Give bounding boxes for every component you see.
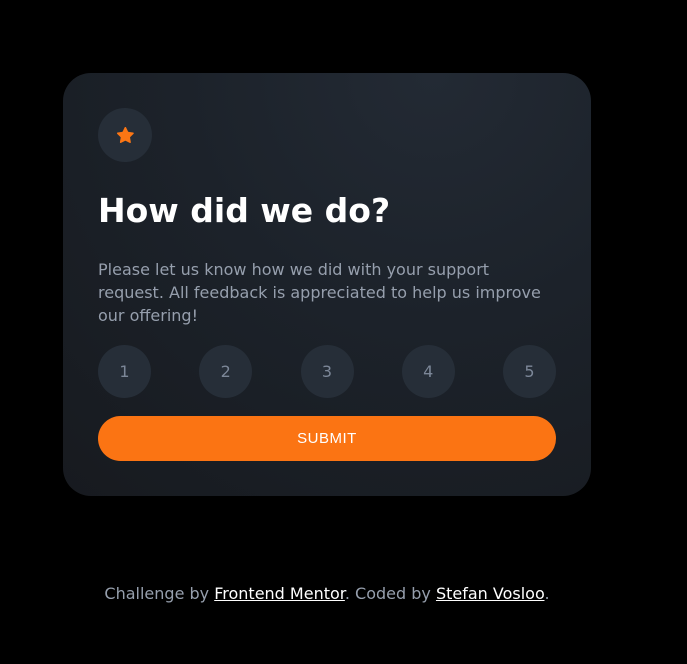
- attribution-suffix: .: [544, 584, 550, 603]
- rating-button-5[interactable]: 5: [503, 345, 556, 398]
- rating-card: How did we do? Please let us know how we…: [63, 73, 591, 496]
- card-title: How did we do?: [98, 191, 391, 230]
- rating-button-1[interactable]: 1: [98, 345, 151, 398]
- frontend-mentor-link[interactable]: Frontend Mentor: [214, 584, 345, 603]
- star-icon-badge: [98, 108, 152, 162]
- attribution-middle: . Coded by: [344, 584, 436, 603]
- rating-button-3[interactable]: 3: [300, 345, 354, 398]
- rating-button-4[interactable]: 4: [401, 345, 455, 398]
- star-icon: [116, 127, 134, 143]
- rating-button-2[interactable]: 2: [199, 345, 253, 398]
- card-description: Please let us know how we did with your …: [98, 260, 541, 325]
- attribution-prefix: Challenge by: [104, 584, 215, 603]
- attribution-footer: Challenge by Frontend Mentor. Coded by S…: [0, 583, 654, 605]
- author-link[interactable]: Stefan Vosloo: [436, 584, 545, 603]
- submit-button[interactable]: SUBMIT: [98, 416, 556, 461]
- rating-options: 1 2 3 4 5: [98, 345, 556, 398]
- page: How did we do? Please let us know how we…: [0, 0, 687, 664]
